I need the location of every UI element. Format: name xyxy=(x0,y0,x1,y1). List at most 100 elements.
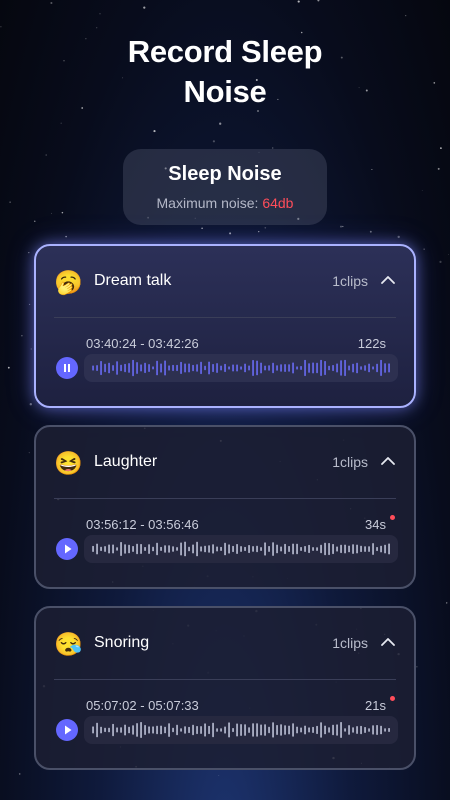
waveform-bar xyxy=(304,546,306,552)
waveform-bar xyxy=(336,724,338,736)
waveform-bar xyxy=(260,547,262,551)
waveform-bar xyxy=(320,722,322,738)
clip-duration: 21s xyxy=(365,698,386,713)
waveform-bar xyxy=(156,360,158,376)
waveform-track[interactable] xyxy=(84,716,398,744)
waveform-bar xyxy=(164,545,166,553)
play-button[interactable] xyxy=(56,538,78,560)
star xyxy=(50,1,53,5)
waveform-bar xyxy=(148,544,150,554)
star xyxy=(153,130,156,133)
clip-time-range: 05:07:02 - 05:07:33 xyxy=(86,698,199,713)
waveform-bar xyxy=(308,727,310,733)
sleep-talking-face-icon: 🥱 xyxy=(54,269,83,295)
card-name: Dream talk xyxy=(94,272,172,289)
waveform-bar xyxy=(100,546,102,552)
waveform-bar xyxy=(136,723,138,737)
waveform-bar xyxy=(236,544,238,554)
waveform-bar xyxy=(296,726,298,734)
waveform-icon xyxy=(92,359,390,377)
waveform-bar xyxy=(164,360,166,376)
waveform-bar xyxy=(324,361,326,376)
waveform-bar xyxy=(132,725,134,735)
star xyxy=(45,154,47,156)
chevron-up-icon[interactable] xyxy=(380,455,396,467)
waveform-bar xyxy=(328,543,330,556)
waveform-bar xyxy=(312,547,314,551)
waveform-bar xyxy=(248,727,250,733)
star xyxy=(439,260,442,263)
card-header[interactable]: 🥱 Dream talk 1clips xyxy=(36,246,414,318)
waveform-bar xyxy=(200,726,202,734)
waveform-bar xyxy=(108,727,110,733)
waveform-bar xyxy=(348,365,350,371)
waveform-bar xyxy=(236,364,238,372)
star xyxy=(369,230,372,233)
waveform-bar xyxy=(324,542,326,556)
waveform-bar xyxy=(332,724,334,736)
waveform-bar xyxy=(348,725,350,735)
clip-count: 1clips xyxy=(332,454,368,470)
waveform-bar xyxy=(276,544,278,554)
waveform-bar xyxy=(224,363,226,373)
waveform-bar xyxy=(204,723,206,737)
star xyxy=(29,403,32,406)
waveform-icon xyxy=(92,541,390,557)
play-button[interactable] xyxy=(56,719,78,741)
waveform-bar xyxy=(112,365,114,371)
chevron-up-icon[interactable] xyxy=(380,636,396,648)
waveform-bar xyxy=(264,724,266,736)
page-title-line: Record Sleep Noise xyxy=(127,34,323,109)
waveform-bar xyxy=(336,546,338,552)
summary-title: Sleep Noise xyxy=(168,163,282,185)
waveform-bar xyxy=(284,543,286,555)
waveform-bar xyxy=(244,724,246,736)
waveform-bar xyxy=(300,366,302,370)
waveform-bar xyxy=(380,359,382,376)
sleeping-face-icon: 😪 xyxy=(54,631,83,657)
star xyxy=(437,167,440,170)
new-clip-dot xyxy=(390,696,395,701)
star xyxy=(18,773,21,775)
waveform-bar xyxy=(296,543,298,555)
waveform-bar xyxy=(260,362,262,374)
waveform-track[interactable] xyxy=(84,535,398,563)
waveform-bar xyxy=(128,363,130,373)
waveform-bar xyxy=(228,366,230,370)
waveform-bar xyxy=(296,366,298,370)
waveform-bar xyxy=(228,722,230,738)
clip-duration: 122s xyxy=(357,336,386,351)
waveform-bar xyxy=(312,726,314,733)
waveform-bar xyxy=(160,363,162,373)
pause-button[interactable] xyxy=(56,357,78,379)
waveform-bar xyxy=(304,725,306,735)
waveform-bar xyxy=(204,365,206,371)
waveform-bar xyxy=(180,728,182,732)
waveform-bar xyxy=(160,546,162,551)
star xyxy=(397,235,400,239)
star xyxy=(99,13,101,15)
star xyxy=(297,0,300,3)
star xyxy=(28,452,30,454)
waveform-bar xyxy=(168,545,170,553)
star xyxy=(0,26,2,28)
waveform-bar xyxy=(364,727,366,733)
card-header[interactable]: 😆 Laughter 1clips xyxy=(36,427,414,499)
waveform-bar xyxy=(368,728,370,732)
waveform-bar xyxy=(160,725,162,735)
waveform-bar xyxy=(124,544,126,554)
waveform-bar xyxy=(96,365,98,371)
star xyxy=(212,140,215,143)
waveform-track[interactable] xyxy=(84,354,398,382)
card-header[interactable]: 😪 Snoring 1clips xyxy=(36,608,414,680)
clip-time-range: 03:56:12 - 03:56:46 xyxy=(86,517,199,532)
waveform-bar xyxy=(320,544,322,554)
waveform-bar xyxy=(256,723,258,737)
waveform-bar xyxy=(256,360,258,376)
waveform-bar xyxy=(280,724,282,736)
waveform-bar xyxy=(376,725,378,735)
waveform-bar xyxy=(240,546,242,552)
chevron-up-icon[interactable] xyxy=(380,274,396,286)
new-clip-dot xyxy=(390,515,395,520)
waveform-bar xyxy=(264,542,266,556)
